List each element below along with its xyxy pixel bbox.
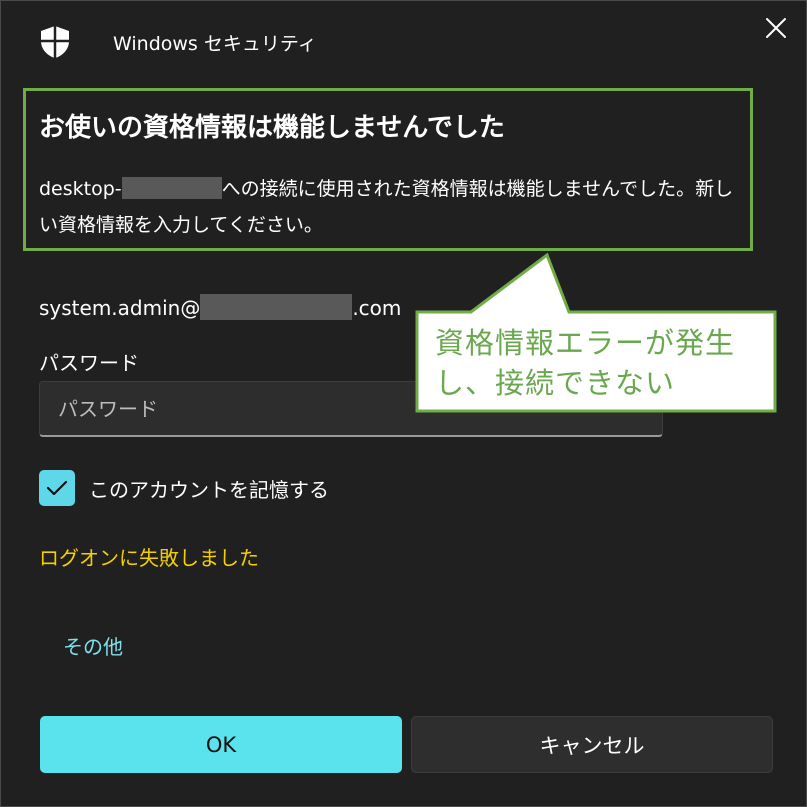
password-label: パスワード [39,351,139,375]
account-email-prefix: system.admin@ [39,296,201,320]
shield-icon [39,25,71,59]
redacted-domain [200,294,353,320]
close-button[interactable] [759,11,793,45]
account-email-suffix: .com [352,296,402,320]
ok-button[interactable]: OK [40,716,402,773]
dialog-message: desktop- への接続に使用された資格情報は機能しませんでした。新しい資格情報… [39,171,744,243]
remember-checkbox[interactable] [39,470,75,506]
redacted-hostname [121,177,222,199]
windows-security-dialog: Windows セキュリティ お使いの資格情報は機能しませんでした deskto… [0,0,807,807]
remember-account-option[interactable]: このアカウントを記憶する [39,468,329,508]
window-title: Windows セキュリティ [113,33,317,55]
account-name: system.admin@ .com [39,294,401,320]
error-message: ログオンに失敗しました [39,546,259,570]
dialog-heading: お使いの資格情報は機能しませんでした [39,113,505,143]
cancel-button[interactable]: キャンセル [411,716,773,773]
message-host-prefix: desktop- [39,178,122,200]
checkmark-icon [46,480,68,496]
remember-label: このアカウントを記憶する [89,477,329,502]
annotation-text: 資格情報エラーが発生し、接続できない [435,326,736,400]
close-icon [766,18,786,38]
more-choices-link[interactable]: その他 [63,631,123,660]
